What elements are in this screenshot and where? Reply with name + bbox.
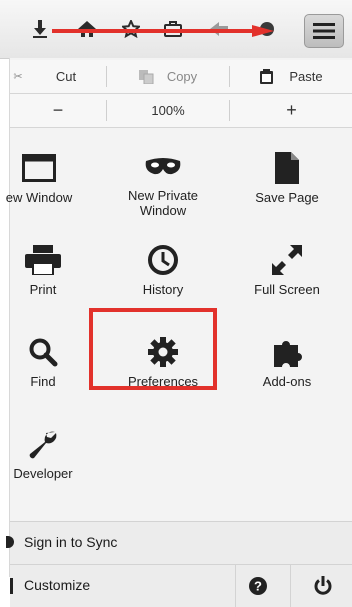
- item-label: Save Page: [255, 190, 319, 205]
- customize-row: Customize ?: [10, 564, 352, 607]
- sign-in-sync-row[interactable]: Sign in to Sync: [6, 521, 352, 564]
- fullscreen-icon: [272, 245, 302, 275]
- developer-button[interactable]: Developer: [0, 414, 98, 494]
- new-window-button[interactable]: ew Window: [0, 138, 94, 218]
- item-label: New Private Window: [127, 188, 199, 218]
- zoom-reset-button[interactable]: 100%: [107, 94, 229, 127]
- item-label: ew Window: [5, 190, 73, 205]
- zoom-controls: − 100% +: [10, 94, 352, 128]
- zoom-out-label: −: [52, 100, 64, 120]
- zoom-in-label: +: [286, 100, 297, 120]
- clock-icon: [148, 245, 178, 275]
- zoom-out-button[interactable]: −: [10, 94, 106, 127]
- edit-controls: ✂ Cut Copy Paste: [10, 60, 352, 94]
- item-label: Print: [29, 282, 57, 297]
- item-label: Find: [30, 374, 56, 389]
- sync-icon: [6, 536, 14, 548]
- full-screen-button[interactable]: Full Screen: [232, 230, 342, 310]
- find-button[interactable]: Find: [0, 322, 98, 402]
- zoom-in-button[interactable]: +: [230, 94, 352, 127]
- help-button[interactable]: ?: [235, 565, 280, 607]
- copy-icon: [138, 69, 154, 84]
- hamburger-menu-icon: [313, 23, 335, 39]
- print-button[interactable]: Print: [0, 230, 98, 310]
- paste-icon: [260, 69, 274, 84]
- customize-icon: [10, 578, 13, 594]
- browser-toolbar: [0, 0, 352, 59]
- paste-label: Paste: [289, 69, 323, 84]
- item-label: History: [142, 282, 184, 297]
- power-icon: [314, 576, 331, 595]
- add-ons-button[interactable]: Add-ons: [232, 322, 342, 402]
- cut-label: Cut: [55, 69, 77, 84]
- annotation-arrow: [52, 25, 274, 37]
- history-button[interactable]: History: [108, 230, 218, 310]
- puzzle-icon: [274, 341, 302, 367]
- printer-icon: [25, 245, 61, 275]
- open-menu-button[interactable]: [304, 14, 344, 48]
- window-icon: [22, 154, 56, 182]
- page-icon: [275, 152, 299, 184]
- help-icon: ?: [249, 577, 267, 595]
- sync-label: Sign in to Sync: [24, 534, 118, 550]
- item-label: Full Screen: [254, 282, 320, 297]
- new-private-window-button[interactable]: New Private Window: [108, 138, 218, 218]
- zoom-level: 100%: [151, 103, 185, 118]
- svg-text:?: ?: [254, 579, 262, 594]
- item-label: Developer: [13, 466, 73, 481]
- wrench-icon: [29, 431, 57, 459]
- item-label: Add-ons: [262, 374, 312, 389]
- cut-button[interactable]: Cut: [26, 60, 106, 93]
- customize-button[interactable]: Customize: [24, 577, 90, 593]
- download-icon[interactable]: [27, 16, 53, 42]
- copy-label: Copy: [166, 69, 198, 84]
- preferences-highlight-box: [89, 308, 217, 390]
- cut-scissors-icon: ✂: [13, 71, 23, 83]
- save-page-button[interactable]: Save Page: [232, 138, 342, 218]
- quit-button[interactable]: [290, 565, 352, 607]
- copy-button[interactable]: Copy: [107, 60, 229, 93]
- paste-button[interactable]: Paste: [230, 60, 352, 93]
- magnifier-icon: [29, 338, 58, 367]
- mask-icon: [145, 158, 181, 175]
